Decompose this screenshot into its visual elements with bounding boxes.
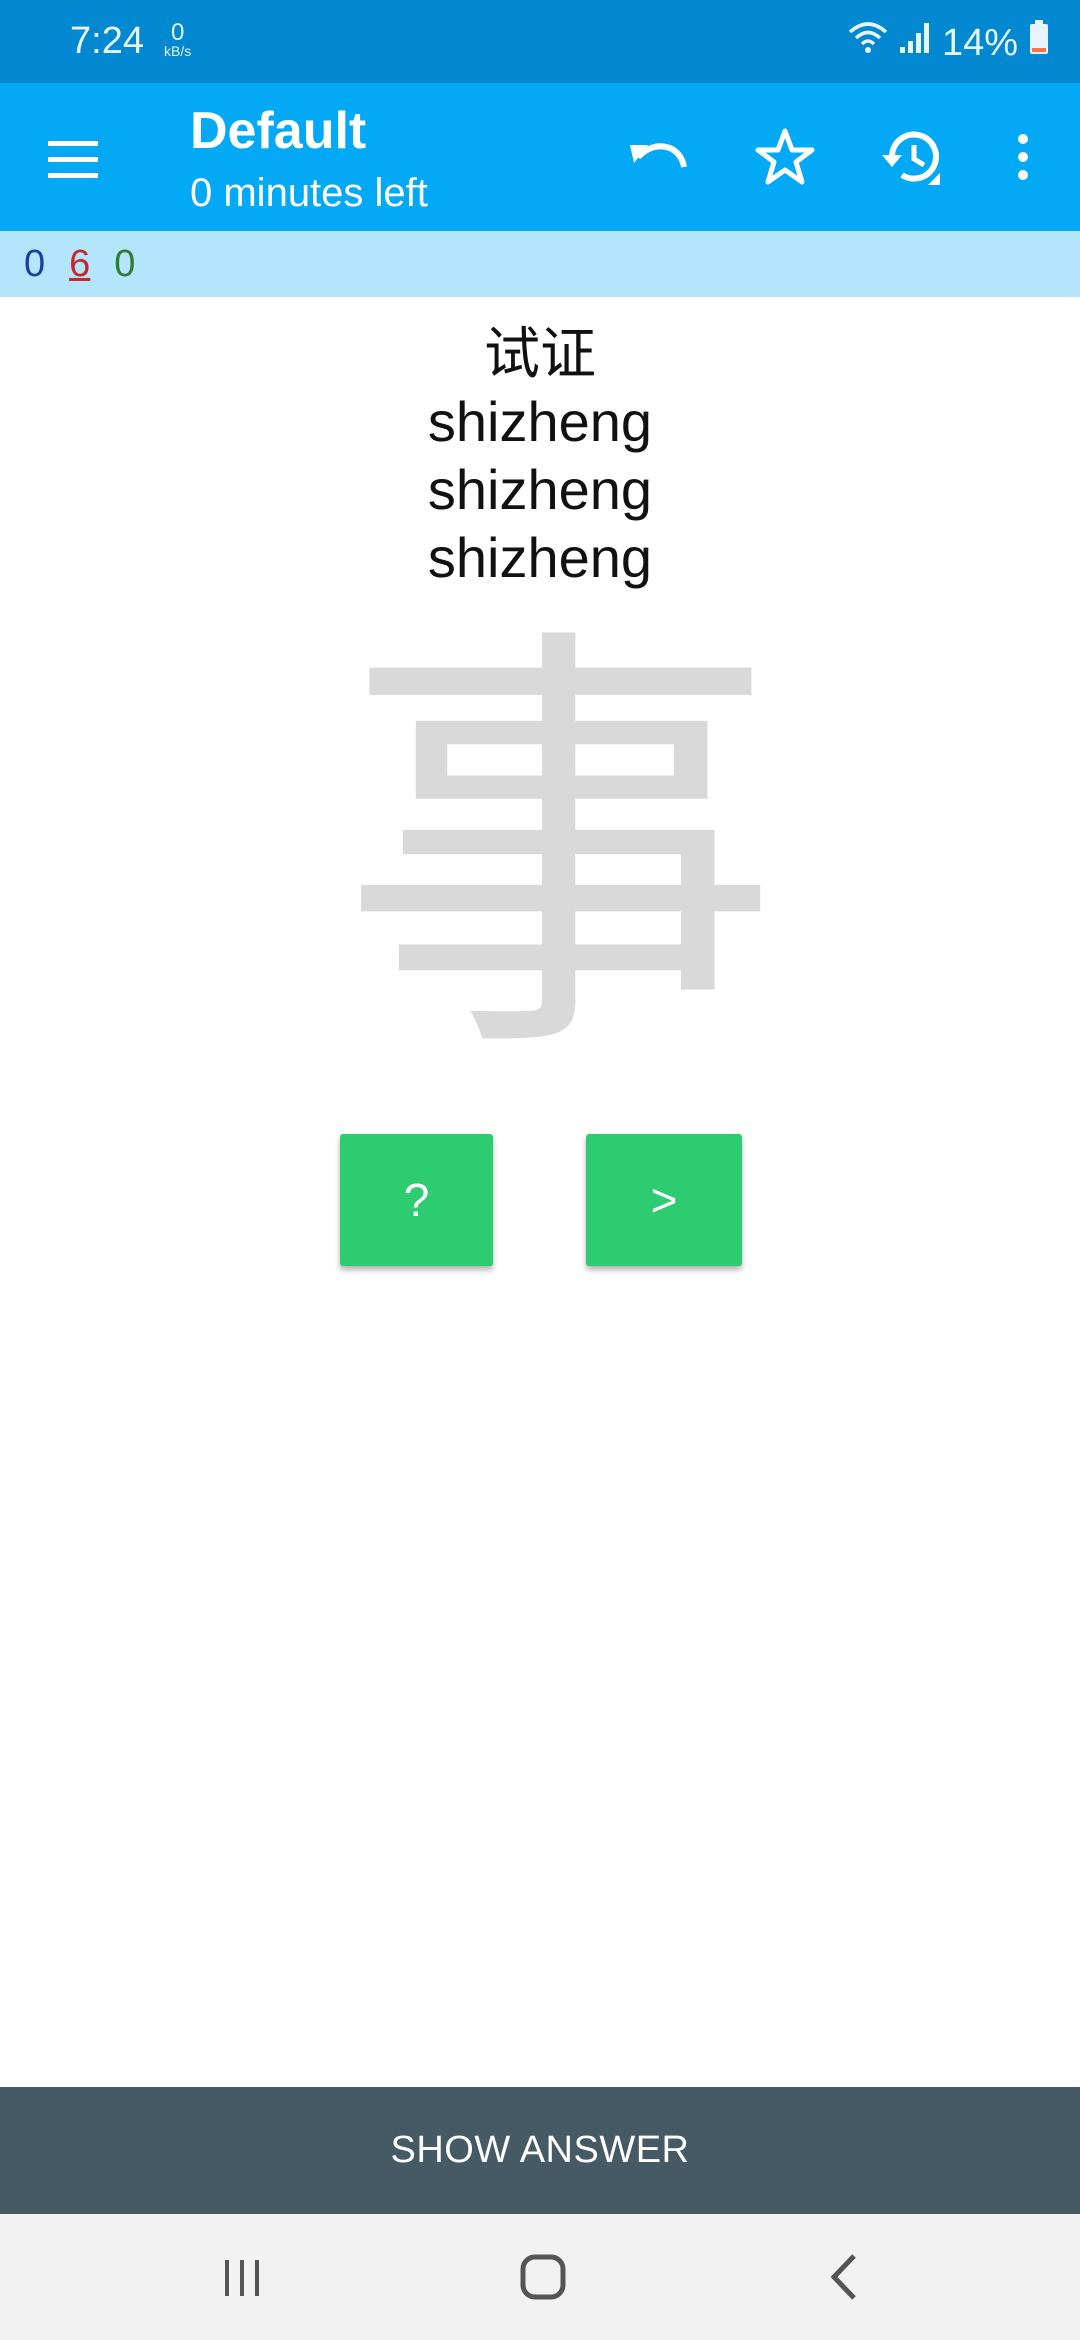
stroke-character: 事 (340, 594, 780, 1106)
network-speed-value: 0 (170, 19, 185, 46)
show-answer-button[interactable]: SHOW ANSWER (0, 2087, 1080, 2214)
battery-icon (1028, 20, 1050, 66)
next-button[interactable]: > (586, 1134, 742, 1266)
back-icon[interactable] (810, 2242, 880, 2312)
navigation-bar (0, 2214, 1080, 2340)
status-bar: 7:24 0 kB/s 14% (0, 0, 1080, 83)
card-pinyin-1: shizheng (427, 390, 653, 453)
card-front: 试证 shizheng shizheng shizheng (0, 320, 1080, 592)
undo-icon[interactable] (624, 123, 694, 193)
recent-apps-icon[interactable] (207, 2242, 277, 2312)
menu-icon[interactable] (40, 127, 106, 193)
screen: 7:24 0 kB/s 14% Default 0 minutes left 0… (0, 0, 1080, 2340)
review-count: 0 (114, 242, 136, 285)
card-word: 试证 (484, 322, 596, 385)
status-time: 7:24 (70, 20, 144, 62)
time-left-subtitle: 0 minutes left (190, 171, 428, 215)
learning-count: 6 (69, 242, 91, 285)
hint-button[interactable]: ? (340, 1134, 493, 1266)
battery-percent: 14% (941, 21, 1018, 64)
status-indicators: 14% (848, 20, 1050, 66)
network-speed-unit: kB/s (164, 43, 192, 59)
new-count: 0 (24, 242, 46, 285)
star-icon[interactable] (750, 123, 820, 193)
network-speed: 0 kB/s (164, 19, 192, 60)
deck-title: Default (190, 102, 367, 160)
card-pinyin-3: shizheng (427, 526, 653, 589)
history-icon[interactable] (876, 123, 946, 193)
app-bar: Default 0 minutes left (0, 83, 1080, 231)
counts-bar: 0 6 0 (0, 231, 1080, 297)
home-icon[interactable] (508, 2242, 578, 2312)
card-pinyin-2: shizheng (427, 458, 653, 521)
signal-icon (898, 21, 932, 65)
wifi-icon (848, 20, 888, 66)
more-vert-icon[interactable] (1000, 123, 1046, 193)
